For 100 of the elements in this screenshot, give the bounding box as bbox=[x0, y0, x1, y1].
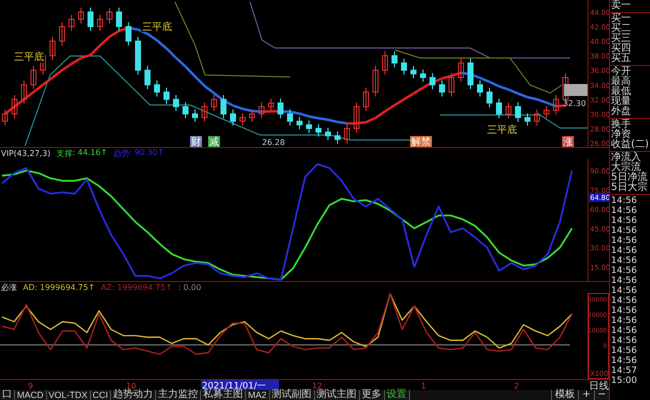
candlestick bbox=[430, 72, 436, 90]
date-label: 12 bbox=[312, 382, 322, 390]
trade-time: 14:56 bbox=[610, 256, 638, 266]
quote-field-label: 净流入 bbox=[610, 153, 642, 163]
candlestick bbox=[126, 22, 132, 46]
candlestick bbox=[354, 102, 360, 134]
indicator-tab[interactable]: 测试副图 bbox=[270, 390, 315, 400]
candlestick bbox=[458, 58, 464, 82]
candlestick bbox=[372, 65, 378, 97]
event-tag: 减 bbox=[208, 136, 220, 147]
quote-field-label: 5日大宗 bbox=[610, 183, 648, 193]
date-label: 2 bbox=[514, 382, 520, 390]
candlestick bbox=[154, 80, 160, 97]
candlestick bbox=[496, 98, 502, 119]
candlestick bbox=[506, 102, 512, 119]
trade-time: 14:56 bbox=[610, 266, 638, 276]
quote-field-label: 外盘 bbox=[610, 107, 632, 117]
quote-field-label: 买三 bbox=[610, 34, 632, 44]
candlestick bbox=[363, 87, 369, 112]
candlestick bbox=[2, 109, 8, 126]
trade-time: 14:56 bbox=[610, 306, 638, 316]
candlestick bbox=[59, 22, 65, 46]
candlestick bbox=[392, 50, 398, 68]
candlestick bbox=[382, 50, 388, 76]
quote-field-label: 买四 bbox=[610, 44, 632, 54]
indicator-tab[interactable]: MA2 bbox=[246, 390, 270, 400]
quote-field-label: 现量 bbox=[610, 97, 632, 107]
candlestick bbox=[182, 102, 188, 119]
date-label: 9 bbox=[28, 382, 34, 390]
candlestick bbox=[88, 7, 94, 32]
candlestick bbox=[439, 80, 445, 97]
template-button[interactable]: 模板 bbox=[551, 390, 578, 400]
candlestick bbox=[173, 94, 179, 112]
quote-field-label: 净资 bbox=[610, 130, 631, 140]
legend-value: : 0.00 bbox=[178, 283, 202, 292]
candlestick bbox=[278, 98, 284, 119]
event-tag: 解禁 bbox=[410, 136, 432, 147]
trade-time: 14:56 bbox=[610, 296, 638, 306]
candlestick bbox=[164, 87, 170, 104]
quote-field-label: 最高 bbox=[610, 77, 632, 87]
trade-time: 14:56 bbox=[610, 206, 638, 216]
candlestick bbox=[486, 87, 492, 108]
indicator-tab[interactable]: CCI bbox=[90, 390, 112, 400]
quote-field-label: 买一 bbox=[610, 14, 632, 24]
trade-time: 15:00 bbox=[610, 376, 638, 386]
event-tag: 涨 bbox=[562, 136, 574, 147]
trade-time: 14:56 bbox=[610, 346, 638, 356]
indicator-tab[interactable]: MACD bbox=[15, 390, 46, 400]
indicator-tab[interactable]: VOL-TDX bbox=[46, 390, 91, 400]
indicator-tab[interactable]: 测试主图 bbox=[314, 390, 360, 400]
quote-field-label: 换手 bbox=[610, 120, 632, 130]
candlestick bbox=[287, 109, 293, 126]
candlestick bbox=[211, 94, 217, 112]
settings-button[interactable]: 设置 bbox=[384, 390, 410, 400]
last-price-label: 32.30 bbox=[563, 99, 586, 108]
trade-time: 14:56 bbox=[610, 216, 638, 226]
trade-time: 14:56 bbox=[610, 356, 638, 366]
legend-value: : 1999694.75↑ bbox=[34, 283, 95, 292]
candlestick bbox=[325, 127, 331, 141]
trade-time: 14:56 bbox=[610, 226, 638, 236]
trade-time: 14:56 bbox=[610, 286, 638, 296]
candlestick bbox=[30, 65, 36, 90]
candlestick bbox=[344, 124, 350, 144]
trade-time: 14:56 bbox=[610, 236, 638, 246]
legend-name: 支撑 bbox=[56, 148, 72, 159]
date-label: 1 bbox=[421, 382, 426, 390]
candlestick bbox=[192, 109, 198, 122]
quote-field-label: 卖一 bbox=[610, 1, 632, 11]
trade-time: 14:56 bbox=[610, 336, 638, 346]
date-label: 10 bbox=[126, 382, 136, 390]
zoom-out-button[interactable]: − bbox=[594, 390, 609, 400]
candlestick bbox=[544, 105, 550, 119]
indicator-tab[interactable]: 趋势动力 bbox=[111, 390, 156, 400]
quote-field-label: 大宗流 bbox=[610, 163, 641, 173]
candlestick bbox=[258, 102, 264, 119]
pattern-label: 三平底 bbox=[142, 22, 172, 33]
indicator-tab[interactable]: 主力监控 bbox=[156, 390, 202, 400]
trade-time: 14:56 bbox=[610, 196, 638, 206]
indicator-tab[interactable]: 口 bbox=[0, 390, 15, 400]
candlestick bbox=[230, 109, 236, 126]
pattern-label: 三平底 bbox=[487, 125, 517, 136]
candlestick bbox=[116, 7, 122, 32]
candlestick bbox=[553, 94, 559, 116]
period-label: 日线 bbox=[589, 381, 609, 390]
indicator-tab[interactable]: 私募主图 bbox=[201, 390, 246, 400]
candlestick bbox=[144, 65, 150, 90]
quote-field-label: 今开 bbox=[610, 67, 632, 77]
candlestick bbox=[534, 109, 540, 126]
legend-value: : 44.16↑ bbox=[72, 148, 108, 157]
indicator-title: 必涨 bbox=[1, 282, 17, 293]
candlestick bbox=[78, 7, 84, 24]
candlestick bbox=[410, 65, 416, 79]
candlestick bbox=[524, 112, 530, 126]
indicator-tab[interactable]: 更多 bbox=[360, 390, 385, 400]
zoom-in-button[interactable]: + bbox=[578, 390, 594, 400]
candlestick bbox=[334, 130, 340, 144]
candlestick bbox=[21, 80, 27, 104]
event-tag: 财 bbox=[190, 136, 202, 147]
candlestick bbox=[296, 116, 302, 130]
candlestick bbox=[220, 94, 226, 119]
